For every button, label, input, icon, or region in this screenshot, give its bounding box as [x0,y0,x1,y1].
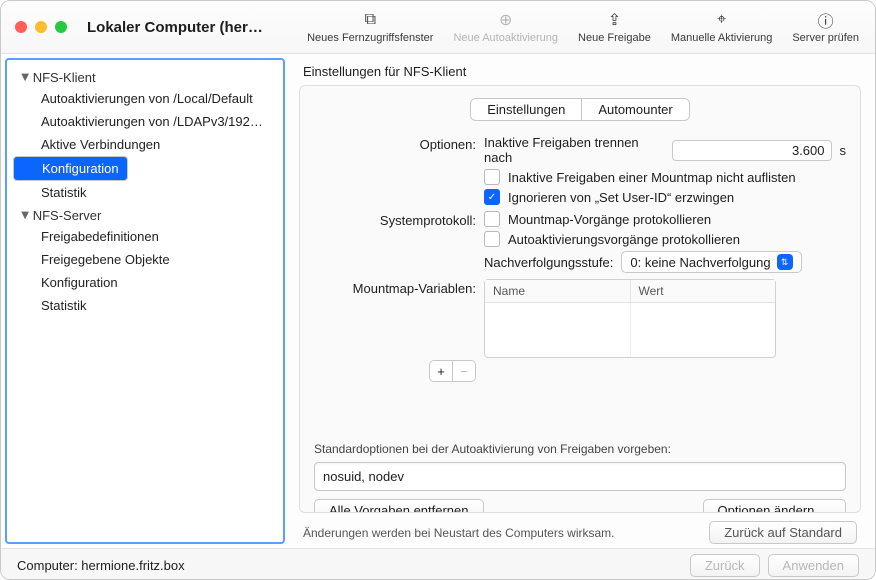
sidebar-group-label: NFS-Klient [33,70,96,85]
label-syslog: Systemprotokoll: [314,211,484,228]
tab-einstellungen[interactable]: Einstellungen [471,99,582,120]
table-header: Name Wert [485,280,775,303]
row-options: Optionen: Inaktive Freigaben trennen nac… [314,135,846,205]
checkbox-nolist[interactable] [484,169,500,185]
titlebar: Lokaler Computer (her… ⧉ Neues Fernzugri… [1,1,875,54]
new-auto-icon: ⊕ [499,10,512,30]
row-mmvars-buttons: + − [314,360,846,382]
tab-automounter[interactable]: Automounter [582,99,688,120]
timeout-field[interactable]: 3.600 [672,140,831,161]
default-options-block: Standardoptionen bei der Autoaktivierung… [314,442,846,513]
sidebar-item-konfiguration[interactable]: Konfiguration [13,156,128,181]
new-remote-icon: ⧉ [365,10,376,30]
computer-label: Computer: hermione.fritz.box [17,558,185,573]
trace-level-select[interactable]: 0: keine Nachverfolgung ⇅ [621,251,801,273]
new-share-icon: ⇪ [608,10,621,30]
default-options-title: Standardoptionen bei der Autoaktivierung… [314,442,846,456]
toolbar-new-auto: ⊕ Neue Autoaktivierung [453,10,558,44]
status-bar: Computer: hermione.fritz.box Zurück Anwe… [1,548,875,580]
main-pane: Einstellungen für NFS-Klient Einstellung… [285,54,875,548]
chevron-down-icon: ▶ [19,212,30,220]
checkbox-log-auto[interactable] [484,231,500,247]
sidebar-item-shared-obj[interactable]: Freigegebene Objekte [7,248,283,271]
add-button[interactable]: + [430,361,453,381]
settings-panel: Einstellungen Automounter Optionen: Inak… [299,85,861,513]
under-panel-row: Änderungen werden bei Neustart des Compu… [285,521,875,548]
reboot-note: Änderungen werden bei Neustart des Compu… [303,526,614,540]
manual-activation-icon: ⌖ [717,10,726,30]
toolbar-new-remote[interactable]: ⧉ Neues Fernzugriffsfenster [307,10,433,44]
sidebar-item-konfiguration2[interactable]: Konfiguration [7,271,283,294]
checkbox-label: Autoaktivierungsvorgänge protokollieren [508,232,740,247]
page-title: Einstellungen für NFS-Klient [285,54,875,85]
sidebar-item-autoakt-ldap[interactable]: Autoaktivierungen von /LDAPv3/192… [7,110,283,133]
timeout-unit: s [840,143,847,158]
toolbar: ⧉ Neues Fernzugriffsfenster ⊕ Neue Autoa… [263,10,875,44]
sidebar-item-active-conns[interactable]: Aktive Verbindungen [7,133,283,156]
mountmap-table[interactable]: Name Wert [484,279,776,358]
sidebar-item-autoakt-local[interactable]: Autoaktivierungen von /Local/Default [7,87,283,110]
app-window: Lokaler Computer (her… ⧉ Neues Fernzugri… [0,0,876,580]
toolbar-label: Neue Freigabe [578,32,651,44]
close-window-button[interactable] [15,21,27,33]
sidebar: ▶ NFS-Klient Autoaktivierungen von /Loca… [5,58,285,544]
remove-all-defaults-button[interactable]: Alle Vorgaben entfernen [314,499,484,513]
select-value: 0: keine Nachverfolgung [630,255,770,270]
checkbox-label: Inaktive Freigaben einer Mountmap nicht … [508,170,796,185]
back-button: Zurück [690,554,760,577]
tab-bar: Einstellungen Automounter [314,98,846,121]
label-options: Optionen: [314,135,484,152]
chevron-down-icon: ▶ [19,74,30,82]
toolbar-label: Neue Autoaktivierung [453,32,558,44]
add-remove-buttons: + − [429,360,476,382]
toolbar-label: Manuelle Aktivierung [671,32,773,44]
toolbar-label: Server prüfen [792,32,859,44]
minimize-window-button[interactable] [35,21,47,33]
toolbar-new-share[interactable]: ⇪ Neue Freigabe [578,10,651,44]
sidebar-item-statistik[interactable]: Statistik [7,181,283,204]
col-name: Name [485,280,631,302]
checkbox-label: Ignorieren von „Set User-ID“ erzwingen [508,190,734,205]
info-icon: ⓘ [818,10,834,30]
sidebar-group-label: NFS-Server [33,208,102,223]
fullscreen-window-button[interactable] [55,21,67,33]
sidebar-item-statistik2[interactable]: Statistik [7,294,283,317]
remove-button: − [453,361,475,381]
table-body[interactable] [485,303,775,357]
default-options-field[interactable]: nosuid, nodev [314,462,846,491]
checkbox-log-mountmap[interactable] [484,211,500,227]
sidebar-tree: ▶ NFS-Klient Autoaktivierungen von /Loca… [7,66,283,317]
toolbar-manual-activation[interactable]: ⌖ Manuelle Aktivierung [671,10,773,44]
apply-button: Anwenden [768,554,859,577]
col-value: Wert [631,280,776,302]
timeout-text: Inaktive Freigaben trennen nach [484,135,664,165]
content-area: ▶ NFS-Klient Autoaktivierungen von /Loca… [1,54,875,548]
sidebar-item-share-defs[interactable]: Freigabedefinitionen [7,225,283,248]
edit-options-button[interactable]: Optionen ändern … [703,499,846,513]
window-title: Lokaler Computer (her… [87,19,263,36]
checkbox-setuid[interactable]: ✓ [484,189,500,205]
sidebar-group-nfs-client[interactable]: ▶ NFS-Klient [7,66,283,87]
sidebar-group-nfs-server[interactable]: ▶ NFS-Server [7,204,283,225]
reset-to-default-button[interactable]: Zurück auf Standard [709,521,857,544]
label-trace-level: Nachverfolgungsstufe: [484,255,613,270]
checkbox-label: Mountmap-Vorgänge protokollieren [508,212,711,227]
row-mmvars: Mountmap-Variablen: Name Wert [314,279,846,358]
traffic-lights [1,21,81,33]
toolbar-check-server[interactable]: ⓘ Server prüfen [792,10,859,44]
toolbar-label: Neues Fernzugriffsfenster [307,32,433,44]
segmented-control: Einstellungen Automounter [470,98,690,121]
chevron-updown-icon: ⇅ [777,254,793,270]
label-mmvars: Mountmap-Variablen: [314,279,484,296]
row-syslog: Systemprotokoll: Mountmap-Vorgänge proto… [314,211,846,273]
